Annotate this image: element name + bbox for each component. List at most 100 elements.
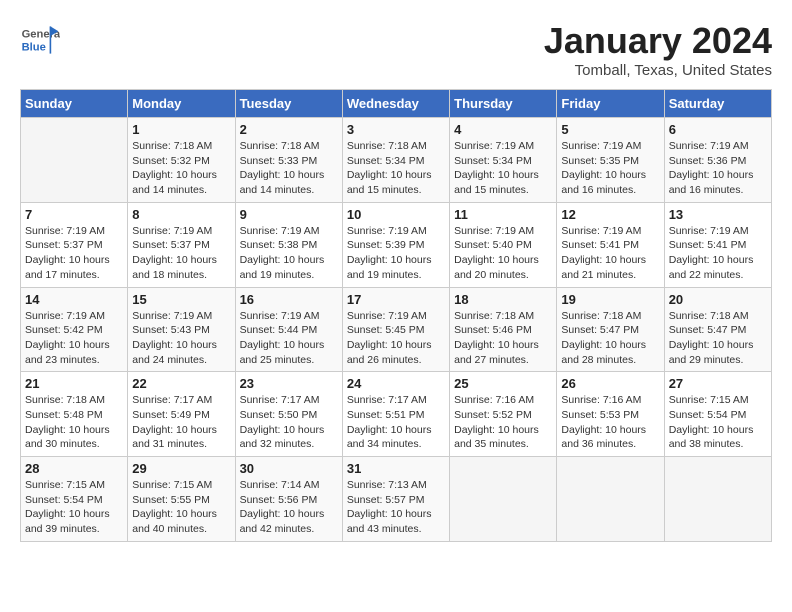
day-number: 3 — [347, 122, 445, 137]
day-number: 13 — [669, 207, 767, 222]
day-info: Sunrise: 7:16 AMSunset: 5:52 PMDaylight:… — [454, 393, 552, 452]
calendar-cell: 13 Sunrise: 7:19 AMSunset: 5:41 PMDayligh… — [664, 202, 771, 287]
day-number: 4 — [454, 122, 552, 137]
day-number: 25 — [454, 376, 552, 391]
day-info: Sunrise: 7:19 AMSunset: 5:37 PMDaylight:… — [132, 224, 230, 283]
day-info: Sunrise: 7:16 AMSunset: 5:53 PMDaylight:… — [561, 393, 659, 452]
calendar-cell: 30 Sunrise: 7:14 AMSunset: 5:56 PMDayligh… — [235, 457, 342, 542]
calendar-cell: 16Sunrise: 7:19 AMSunset: 5:44 PMDayligh… — [235, 287, 342, 372]
weekday-header-cell: Monday — [128, 90, 235, 118]
day-info: Sunrise: 7:19 AMSunset: 5:35 PMDaylight:… — [561, 139, 659, 198]
day-info: Sunrise: 7:19 AMSunset: 5:38 PMDaylight:… — [240, 224, 338, 283]
day-number: 8 — [132, 207, 230, 222]
day-info: Sunrise: 7:19 AMSunset: 5:41 PMDaylight:… — [669, 224, 767, 283]
weekday-header-cell: Wednesday — [342, 90, 449, 118]
calendar-cell — [21, 118, 128, 203]
day-info: Sunrise: 7:19 AMSunset: 5:41 PMDaylight:… — [561, 224, 659, 283]
day-number: 24 — [347, 376, 445, 391]
day-info: Sunrise: 7:15 AMSunset: 5:55 PMDaylight:… — [132, 478, 230, 537]
calendar-cell: 15 Sunrise: 7:19 AMSunset: 5:43 PMDayligh… — [128, 287, 235, 372]
calendar-week-row: 7Sunrise: 7:19 AMSunset: 5:37 PMDaylight… — [21, 202, 772, 287]
calendar-cell: 19 Sunrise: 7:18 AMSunset: 5:47 PMDayligh… — [557, 287, 664, 372]
day-number: 6 — [669, 122, 767, 137]
day-number: 17 — [347, 292, 445, 307]
day-number: 11 — [454, 207, 552, 222]
calendar-cell: 3 Sunrise: 7:18 AMSunset: 5:34 PMDaylight… — [342, 118, 449, 203]
calendar-cell: 29 Sunrise: 7:15 AMSunset: 5:55 PMDayligh… — [128, 457, 235, 542]
calendar-cell: 11Sunrise: 7:19 AMSunset: 5:40 PMDayligh… — [450, 202, 557, 287]
day-number: 20 — [669, 292, 767, 307]
weekday-header-cell: Friday — [557, 90, 664, 118]
calendar-cell: 17Sunrise: 7:19 AMSunset: 5:45 PMDayligh… — [342, 287, 449, 372]
calendar-cell — [664, 457, 771, 542]
calendar-cell: 22Sunrise: 7:17 AMSunset: 5:49 PMDayligh… — [128, 372, 235, 457]
day-info: Sunrise: 7:18 AMSunset: 5:47 PMDaylight:… — [669, 309, 767, 368]
calendar-cell: 25 Sunrise: 7:16 AMSunset: 5:52 PMDayligh… — [450, 372, 557, 457]
calendar-cell — [557, 457, 664, 542]
day-info: Sunrise: 7:17 AMSunset: 5:50 PMDaylight:… — [240, 393, 338, 452]
day-number: 27 — [669, 376, 767, 391]
calendar-cell: 12Sunrise: 7:19 AMSunset: 5:41 PMDayligh… — [557, 202, 664, 287]
logo: General Blue — [20, 20, 64, 60]
calendar-cell: 31Sunrise: 7:13 AMSunset: 5:57 PMDayligh… — [342, 457, 449, 542]
calendar-body: 1 Sunrise: 7:18 AMSunset: 5:32 PMDaylight… — [21, 118, 772, 542]
day-number: 31 — [347, 461, 445, 476]
day-number: 21 — [25, 376, 123, 391]
calendar-cell: 27Sunrise: 7:15 AMSunset: 5:54 PMDayligh… — [664, 372, 771, 457]
calendar-cell: 8 Sunrise: 7:19 AMSunset: 5:37 PMDaylight… — [128, 202, 235, 287]
calendar-week-row: 21Sunrise: 7:18 AMSunset: 5:48 PMDayligh… — [21, 372, 772, 457]
day-info: Sunrise: 7:18 AMSunset: 5:32 PMDaylight:… — [132, 139, 230, 198]
weekday-header-cell: Saturday — [664, 90, 771, 118]
day-number: 26 — [561, 376, 659, 391]
day-info: Sunrise: 7:15 AMSunset: 5:54 PMDaylight:… — [25, 478, 123, 537]
day-number: 22 — [132, 376, 230, 391]
calendar-cell: 18Sunrise: 7:18 AMSunset: 5:46 PMDayligh… — [450, 287, 557, 372]
day-number: 2 — [240, 122, 338, 137]
calendar-cell: 1 Sunrise: 7:18 AMSunset: 5:32 PMDaylight… — [128, 118, 235, 203]
day-info: Sunrise: 7:19 AMSunset: 5:44 PMDaylight:… — [240, 309, 338, 368]
day-info: Sunrise: 7:18 AMSunset: 5:33 PMDaylight:… — [240, 139, 338, 198]
day-number: 10 — [347, 207, 445, 222]
calendar-cell: 10Sunrise: 7:19 AMSunset: 5:39 PMDayligh… — [342, 202, 449, 287]
day-number: 19 — [561, 292, 659, 307]
day-number: 1 — [132, 122, 230, 137]
day-number: 9 — [240, 207, 338, 222]
day-number: 15 — [132, 292, 230, 307]
day-number: 29 — [132, 461, 230, 476]
day-info: Sunrise: 7:19 AMSunset: 5:37 PMDaylight:… — [25, 224, 123, 283]
title-block: January 2024 Tomball, Texas, United Stat… — [544, 20, 772, 79]
weekday-header-row: SundayMondayTuesdayWednesdayThursdayFrid… — [21, 90, 772, 118]
day-number: 5 — [561, 122, 659, 137]
month-title: January 2024 — [544, 20, 772, 62]
calendar-cell: 23 Sunrise: 7:17 AMSunset: 5:50 PMDayligh… — [235, 372, 342, 457]
day-info: Sunrise: 7:19 AMSunset: 5:43 PMDaylight:… — [132, 309, 230, 368]
calendar-week-row: 1 Sunrise: 7:18 AMSunset: 5:32 PMDaylight… — [21, 118, 772, 203]
day-info: Sunrise: 7:19 AMSunset: 5:42 PMDaylight:… — [25, 309, 123, 368]
day-info: Sunrise: 7:19 AMSunset: 5:34 PMDaylight:… — [454, 139, 552, 198]
calendar-cell: 4 Sunrise: 7:19 AMSunset: 5:34 PMDaylight… — [450, 118, 557, 203]
calendar-week-row: 28Sunrise: 7:15 AMSunset: 5:54 PMDayligh… — [21, 457, 772, 542]
calendar-table: SundayMondayTuesdayWednesdayThursdayFrid… — [20, 89, 772, 542]
calendar-cell — [450, 457, 557, 542]
day-number: 23 — [240, 376, 338, 391]
day-number: 18 — [454, 292, 552, 307]
day-info: Sunrise: 7:17 AMSunset: 5:51 PMDaylight:… — [347, 393, 445, 452]
day-info: Sunrise: 7:18 AMSunset: 5:34 PMDaylight:… — [347, 139, 445, 198]
day-number: 14 — [25, 292, 123, 307]
calendar-cell: 21Sunrise: 7:18 AMSunset: 5:48 PMDayligh… — [21, 372, 128, 457]
calendar-cell: 7Sunrise: 7:19 AMSunset: 5:37 PMDaylight… — [21, 202, 128, 287]
page-header: General Blue January 2024 Tomball, Texas… — [20, 20, 772, 79]
calendar-cell: 24 Sunrise: 7:17 AMSunset: 5:51 PMDayligh… — [342, 372, 449, 457]
weekday-header-cell: Sunday — [21, 90, 128, 118]
day-info: Sunrise: 7:18 AMSunset: 5:47 PMDaylight:… — [561, 309, 659, 368]
day-number: 30 — [240, 461, 338, 476]
calendar-week-row: 14 Sunrise: 7:19 AMSunset: 5:42 PMDayligh… — [21, 287, 772, 372]
calendar-cell: 20 Sunrise: 7:18 AMSunset: 5:47 PMDayligh… — [664, 287, 771, 372]
day-info: Sunrise: 7:19 AMSunset: 5:36 PMDaylight:… — [669, 139, 767, 198]
calendar-cell: 2 Sunrise: 7:18 AMSunset: 5:33 PMDaylight… — [235, 118, 342, 203]
calendar-cell: 26 Sunrise: 7:16 AMSunset: 5:53 PMDayligh… — [557, 372, 664, 457]
weekday-header-cell: Thursday — [450, 90, 557, 118]
calendar-cell: 14 Sunrise: 7:19 AMSunset: 5:42 PMDayligh… — [21, 287, 128, 372]
svg-text:Blue: Blue — [22, 41, 46, 53]
day-info: Sunrise: 7:14 AMSunset: 5:56 PMDaylight:… — [240, 478, 338, 537]
